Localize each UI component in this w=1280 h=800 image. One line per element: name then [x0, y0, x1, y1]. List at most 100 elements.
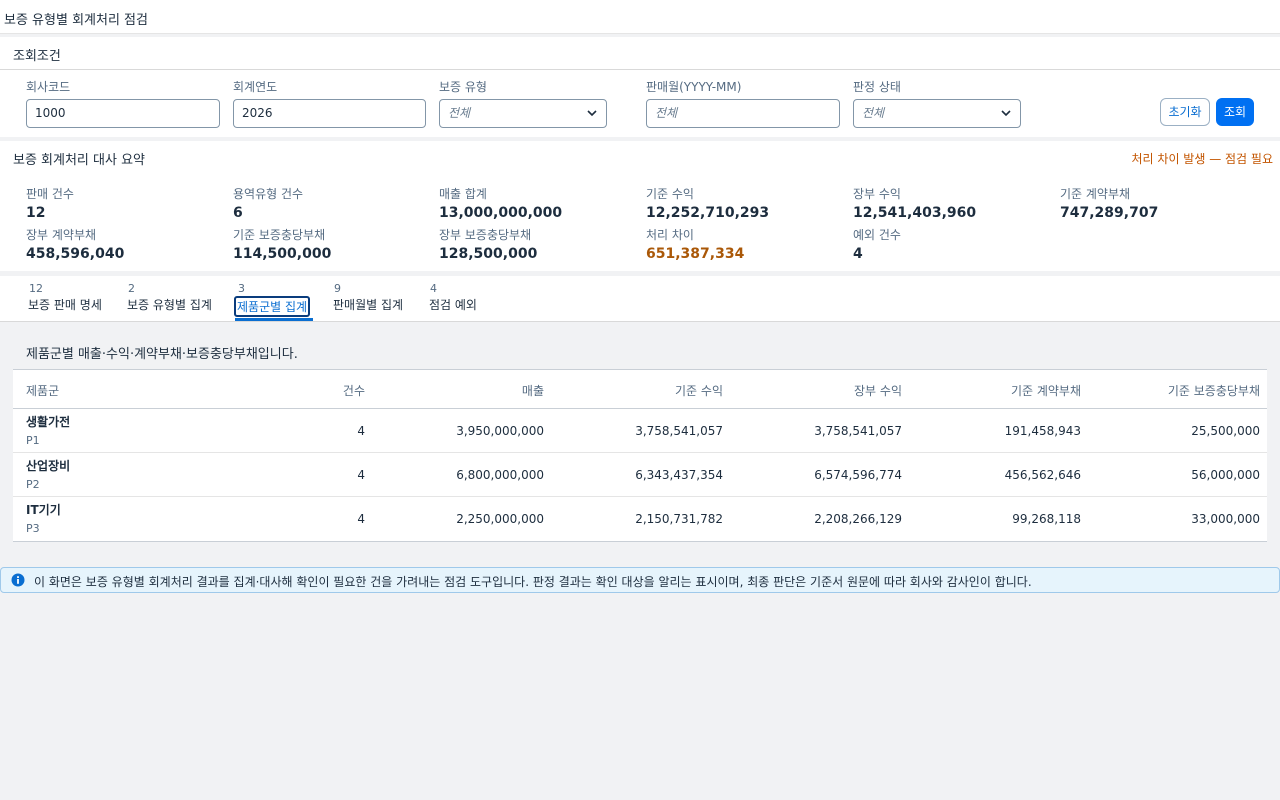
search-button[interactable]: 조회: [1216, 98, 1254, 126]
kpi-label: 매출 합계: [439, 187, 487, 201]
cell-book-revenue: 6,574,596,774: [814, 468, 902, 482]
table-row[interactable]: IT기기 P3 4 2,250,000,000 2,150,731,782 2,…: [13, 497, 1267, 541]
cell-standard-contract-liability: 456,562,646: [1004, 468, 1081, 482]
cell-standard-warranty-provision: 33,000,000: [1191, 512, 1260, 526]
kpi-label: 예외 건수: [853, 228, 901, 242]
kpi-label: 기준 보증충당부채: [233, 228, 326, 242]
kpi-value: 6: [233, 205, 243, 221]
kpi-label: 기준 계약부채: [1060, 187, 1131, 201]
kpi-value: 12: [26, 205, 46, 221]
tab-count: 9: [334, 282, 341, 295]
filter-divider: [0, 69, 1280, 70]
kpi-sales-total: 매출 합계 13,000,000,000: [439, 185, 562, 221]
kpi-label: 판매 건수: [26, 187, 74, 201]
product-group-table: 제품군 건수 매출 기준 수익 장부 수익 기준 계약부채 기준 보증충당부채 …: [13, 369, 1267, 542]
kpi-value: 747,289,707: [1060, 205, 1159, 221]
filter-section-title: 조회조건: [13, 49, 61, 64]
cell-standard-revenue: 3,758,541,057: [635, 424, 723, 438]
judgment-status-select[interactable]: 전체: [853, 99, 1021, 128]
chevron-down-icon: [1001, 110, 1011, 117]
cell-standard-contract-liability: 191,458,943: [1004, 424, 1081, 438]
tab-sales-month-summary[interactable]: 9 판매월별 집계: [333, 282, 403, 320]
tab-label: 보증 판매 명세: [28, 298, 102, 312]
column-header-sales[interactable]: 매출: [522, 382, 544, 399]
kpi-value: 12,541,403,960: [853, 205, 977, 221]
tab-count: 3: [238, 282, 245, 295]
info-message-strip: 이 화면은 보증 유형별 회계처리 결과를 집계·대사해 확인이 필요한 건을 …: [0, 567, 1280, 593]
active-tab-indicator: [235, 318, 314, 321]
column-header-standard-revenue[interactable]: 기준 수익: [675, 382, 723, 399]
summary-panel: 보증 회계처리 대사 요약 처리 차이 발생 — 점검 필요 판매 건수 12 …: [0, 141, 1280, 271]
table-header: 제품군 건수 매출 기준 수익 장부 수익 기준 계약부채 기준 보증충당부채: [13, 370, 1267, 409]
sales-month-input[interactable]: 전체: [646, 99, 840, 128]
kpi-standard-warranty-provision: 기준 보증충당부채 114,500,000: [233, 226, 331, 262]
table-row[interactable]: 생활가전 P1 4 3,950,000,000 3,758,541,057 3,…: [13, 409, 1267, 453]
kpi-exception-count: 예외 건수 4: [853, 226, 901, 262]
fiscal-year-label: 회계연도: [233, 80, 278, 94]
column-header-count[interactable]: 건수: [343, 382, 365, 399]
kpi-book-revenue: 장부 수익 12,541,403,960: [853, 185, 976, 221]
tab-label: 제품군별 집계: [234, 296, 311, 317]
cell-sales: 3,950,000,000: [456, 424, 544, 438]
sales-month-label: 판매월(YYYY-MM): [646, 80, 742, 94]
kpi-book-contract-liability: 장부 계약부채 458,596,040: [26, 226, 124, 262]
cell-count: 4: [357, 468, 365, 482]
filter-panel: 조회조건 회사코드 1000 회계연도 2026 보증 유형 전체 판매월(YY…: [0, 37, 1280, 137]
kpi-label: 장부 계약부채: [26, 228, 97, 242]
product-group-name: 생활가전: [26, 415, 71, 429]
product-group-name: IT기기: [26, 503, 61, 517]
judgment-status-value: 전체: [862, 106, 885, 120]
cell-book-revenue: 3,758,541,057: [814, 424, 902, 438]
table-row[interactable]: 산업장비 P2 4 6,800,000,000 6,343,437,354 6,…: [13, 453, 1267, 497]
judgment-status-label: 판정 상태: [853, 80, 901, 94]
cell-count: 4: [357, 424, 365, 438]
tab-count: 2: [128, 282, 135, 295]
reset-button[interactable]: 초기화: [1160, 98, 1210, 126]
summary-section-title: 보증 회계처리 대사 요약: [13, 153, 145, 168]
warranty-type-value: 전체: [448, 106, 471, 120]
product-group-code: P2: [26, 478, 40, 491]
company-code-label: 회사코드: [26, 80, 71, 94]
cell-sales: 6,800,000,000: [456, 468, 544, 482]
fiscal-year-input[interactable]: 2026: [233, 99, 426, 128]
cell-count: 4: [357, 512, 365, 526]
kpi-service-type-count: 용역유형 건수 6: [233, 185, 303, 221]
warranty-type-label: 보증 유형: [439, 80, 487, 94]
kpi-standard-revenue: 기준 수익 12,252,710,293: [646, 185, 769, 221]
tab-count: 12: [29, 282, 43, 295]
kpi-value: 12,252,710,293: [646, 205, 770, 221]
kpi-label: 용역유형 건수: [233, 187, 304, 201]
column-header-standard-warranty-provision[interactable]: 기준 보증충당부채: [1168, 382, 1260, 399]
tab-label: 보증 유형별 집계: [127, 298, 212, 312]
product-group-name: 산업장비: [26, 459, 71, 473]
tab-count: 4: [430, 282, 437, 295]
column-header-book-revenue[interactable]: 장부 수익: [854, 382, 902, 399]
kpi-label: 처리 차이: [646, 228, 694, 242]
product-group-code: P3: [26, 522, 40, 535]
page-header: 보증 유형별 회계처리 점검: [0, 0, 1280, 34]
discrepancy-warning: 처리 차이 발생 — 점검 필요: [1131, 152, 1273, 166]
kpi-book-warranty-provision: 장부 보증충당부채 128,500,000: [439, 226, 537, 262]
kpi-label: 기준 수익: [646, 187, 694, 201]
company-code-input[interactable]: 1000: [26, 99, 220, 128]
kpi-value: 458,596,040: [26, 246, 125, 262]
kpi-value: 114,500,000: [233, 246, 332, 262]
cell-standard-warranty-provision: 56,000,000: [1191, 468, 1260, 482]
tab-label: 점검 예외: [429, 298, 477, 312]
tab-inspection-exceptions[interactable]: 4 점검 예외: [429, 282, 477, 320]
column-header-product-group[interactable]: 제품군: [26, 382, 59, 399]
kpi-value: 13,000,000,000: [439, 205, 563, 221]
page-title: 보증 유형별 회계처리 점검: [4, 13, 148, 28]
kpi-label: 장부 수익: [853, 187, 901, 201]
tab-product-group-summary[interactable]: 3 제품군별 집계: [234, 282, 314, 321]
tab-warranty-sales-detail[interactable]: 12 보증 판매 명세: [28, 282, 102, 320]
kpi-processing-difference: 처리 차이 651,387,334: [646, 226, 744, 262]
table-description: 제품군별 매출·수익·계약부채·보증충당부채입니다.: [26, 347, 298, 362]
tab-label: 판매월별 집계: [333, 298, 404, 312]
kpi-sales-count: 판매 건수 12: [26, 185, 74, 221]
warranty-type-select[interactable]: 전체: [439, 99, 607, 128]
cell-standard-revenue: 6,343,437,354: [635, 468, 723, 482]
tab-warranty-type-summary[interactable]: 2 보증 유형별 집계: [127, 282, 212, 320]
cell-standard-warranty-provision: 25,500,000: [1191, 424, 1260, 438]
column-header-standard-contract-liability[interactable]: 기준 계약부채: [1011, 382, 1081, 399]
